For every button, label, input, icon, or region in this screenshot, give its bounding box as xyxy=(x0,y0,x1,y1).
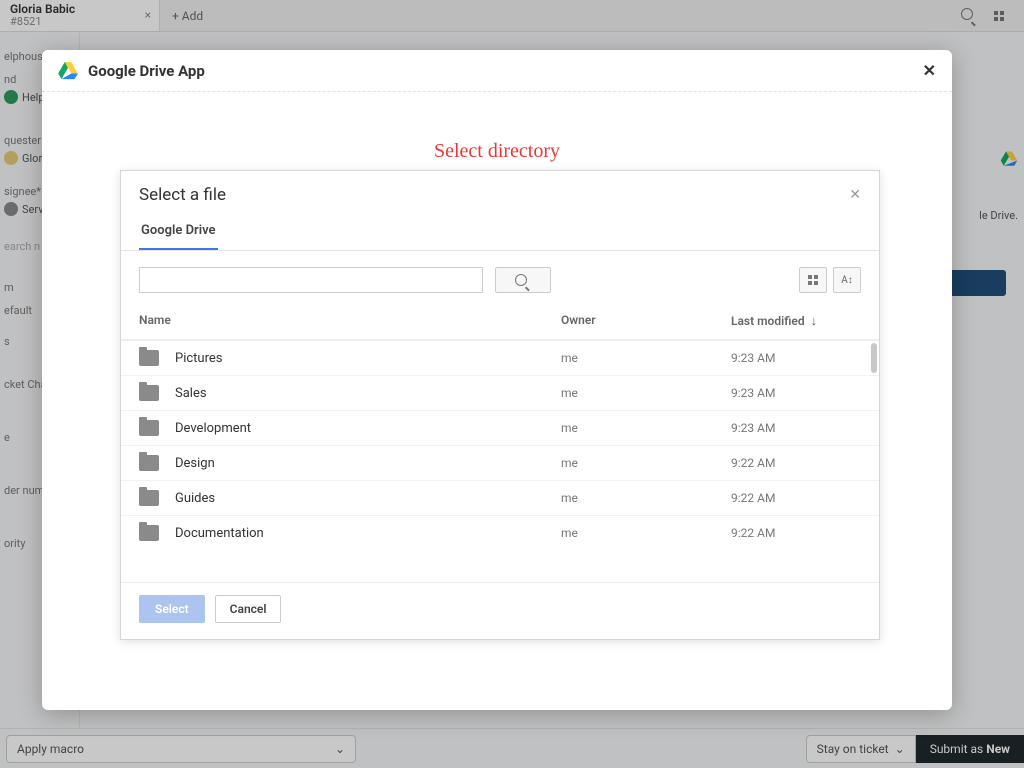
picker-tab-google-drive[interactable]: Google Drive xyxy=(139,215,218,250)
select-directory-instruction: Select directory xyxy=(42,140,952,163)
picker-tabs: Google Drive xyxy=(121,205,879,251)
cancel-button[interactable]: Cancel xyxy=(215,595,282,623)
sort-desc-arrow-icon: ↓ xyxy=(811,313,818,329)
picker-search-input[interactable] xyxy=(139,267,483,293)
file-row[interactable]: Developmentme9:23 AM xyxy=(121,411,879,446)
file-modified: 9:22 AM xyxy=(731,491,861,505)
file-name: Development xyxy=(175,421,561,436)
file-modified: 9:22 AM xyxy=(731,526,861,540)
file-modified: 9:22 AM xyxy=(731,456,861,470)
file-owner: me xyxy=(561,351,731,365)
sort-az-button[interactable]: A↕ xyxy=(833,267,861,293)
file-modified: 9:23 AM xyxy=(731,421,861,435)
search-icon xyxy=(515,271,532,290)
file-name: Design xyxy=(175,456,561,471)
file-name: Sales xyxy=(175,386,561,401)
select-button[interactable]: Select xyxy=(139,595,205,623)
folder-icon xyxy=(139,385,159,401)
picker-toolbar: A↕ xyxy=(121,251,879,303)
col-header-name[interactable]: Name xyxy=(139,313,561,329)
file-row[interactable]: Salesme9:23 AM xyxy=(121,376,879,411)
grid-view-button[interactable] xyxy=(799,267,827,293)
file-row[interactable]: Documentationme9:22 AM xyxy=(121,516,879,550)
picker-header: Select a file ✕ xyxy=(121,171,879,205)
col-header-modified-label: Last modified xyxy=(731,314,805,328)
file-row[interactable]: Guidesme9:22 AM xyxy=(121,481,879,516)
folder-icon xyxy=(139,350,159,366)
grid-view-icon xyxy=(808,275,818,285)
col-header-owner[interactable]: Owner xyxy=(561,313,731,329)
picker-search-button[interactable] xyxy=(495,267,551,293)
folder-icon xyxy=(139,455,159,471)
file-owner: me xyxy=(561,386,731,400)
google-drive-icon xyxy=(58,62,78,80)
close-icon[interactable]: ✕ xyxy=(923,61,936,80)
file-modified: 9:23 AM xyxy=(731,386,861,400)
picker-title: Select a file xyxy=(139,185,226,205)
file-name: Guides xyxy=(175,491,561,506)
outer-modal-title: Google Drive App xyxy=(88,62,205,80)
picker-footer: Select Cancel xyxy=(121,582,879,639)
scrollbar[interactable] xyxy=(869,341,879,582)
close-icon[interactable]: ✕ xyxy=(849,187,861,203)
google-file-picker: Select a file ✕ Google Drive A↕ Name Own… xyxy=(120,170,880,640)
sort-az-icon: A↕ xyxy=(841,275,853,286)
picker-file-list: Picturesme9:23 AMSalesme9:23 AMDevelopme… xyxy=(121,340,879,582)
file-owner: me xyxy=(561,456,731,470)
scrollbar-thumb[interactable] xyxy=(871,343,877,373)
google-drive-app-modal: Google Drive App ✕ Select directory Sele… xyxy=(42,50,952,710)
folder-icon xyxy=(139,420,159,436)
outer-modal-header: Google Drive App ✕ xyxy=(42,50,952,92)
col-header-modified[interactable]: Last modified ↓ xyxy=(731,313,861,329)
picker-column-headers: Name Owner Last modified ↓ xyxy=(121,303,879,340)
file-row[interactable]: Picturesme9:23 AM xyxy=(121,341,879,376)
picker-view-toggle: A↕ xyxy=(799,267,861,293)
file-owner: me xyxy=(561,526,731,540)
file-name: Pictures xyxy=(175,351,561,366)
file-owner: me xyxy=(561,421,731,435)
folder-icon xyxy=(139,490,159,506)
file-modified: 9:23 AM xyxy=(731,351,861,365)
file-owner: me xyxy=(561,491,731,505)
file-row[interactable]: Designme9:22 AM xyxy=(121,446,879,481)
folder-icon xyxy=(139,525,159,541)
file-name: Documentation xyxy=(175,526,561,541)
